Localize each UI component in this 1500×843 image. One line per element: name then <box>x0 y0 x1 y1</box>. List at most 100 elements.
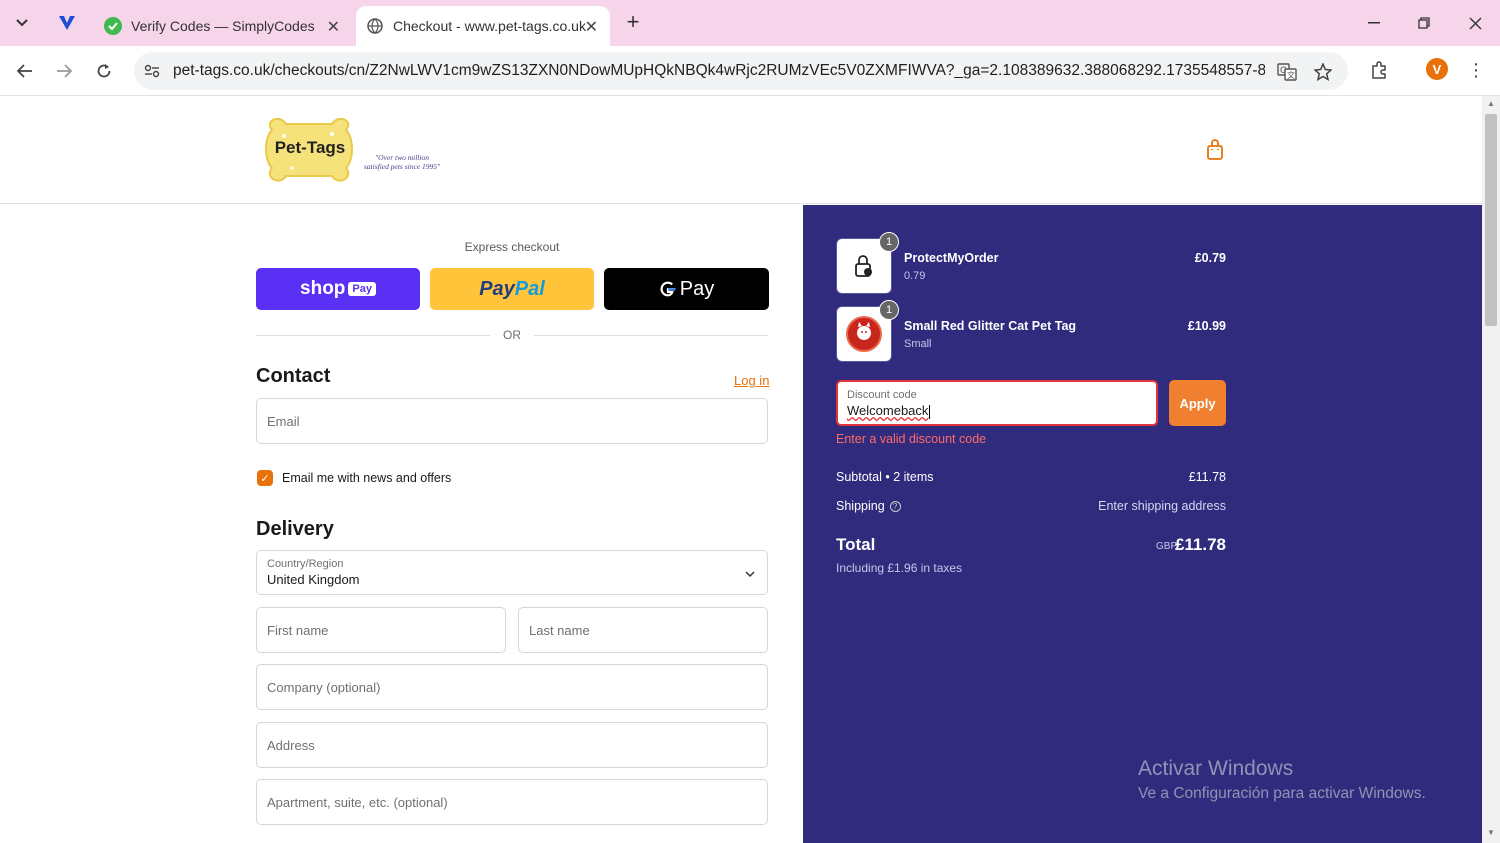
shop-pay-label: shop <box>300 278 346 299</box>
discount-code-label: Discount code <box>847 389 917 401</box>
google-pay-button[interactable]: Pay <box>604 268 769 310</box>
checkout-page: Pet-Tags "Over two million satisfied pet… <box>0 96 1482 843</box>
pinned-tab[interactable] <box>53 10 81 36</box>
reload-icon <box>97 64 111 78</box>
discount-code-text: Welcomeback <box>847 403 929 418</box>
svg-text:"Over two million: "Over two million <box>375 153 429 162</box>
windows-activation-watermark: Activar Windows Ve a Configuración para … <box>1138 757 1426 803</box>
tab-checkout[interactable]: Checkout - www.pet-tags.co.uk ✕ <box>356 6 610 46</box>
email-field[interactable]: Email <box>256 398 768 444</box>
address-field[interactable]: Address <box>256 722 768 768</box>
shipping-label-row: Shipping? <box>836 499 901 513</box>
company-placeholder: Company (optional) <box>267 680 381 695</box>
lock-icon <box>855 255 872 277</box>
restore-button[interactable] <box>1404 8 1444 38</box>
shipping-label: Shipping <box>836 499 885 513</box>
watermark-subtitle: Ve a Configuración para activar Windows. <box>1138 785 1426 802</box>
discount-code-value: Welcomeback <box>847 403 931 419</box>
country-value: United Kingdom <box>267 572 360 587</box>
url-text[interactable]: pet-tags.co.uk/checkouts/cn/Z2NwLWV1cm9w… <box>173 62 1265 80</box>
quantity-badge: 1 <box>879 300 899 320</box>
tab-search-button[interactable] <box>8 9 36 37</box>
back-button[interactable] <box>11 57 39 85</box>
checkout-form-column: Express checkout shop Pay Pay Pal Pay OR … <box>0 205 803 843</box>
restore-icon <box>1418 17 1430 29</box>
new-tab-button[interactable]: + <box>620 10 646 36</box>
address-bar[interactable]: pet-tags.co.uk/checkouts/cn/Z2NwLWV1cm9w… <box>134 52 1348 90</box>
svg-text:satisfied pets since 1995": satisfied pets since 1995" <box>364 162 441 171</box>
chevron-down-icon <box>16 19 28 27</box>
shipping-value: Enter shipping address <box>1098 499 1226 513</box>
address-placeholder: Address <box>267 738 315 753</box>
item-price: £10.99 <box>1187 319 1226 333</box>
discount-code-field[interactable]: Discount code Welcomeback <box>836 380 1158 426</box>
close-window-button[interactable] <box>1455 8 1495 38</box>
browser-toolbar: pet-tags.co.uk/checkouts/cn/Z2NwLWV1cm9w… <box>0 46 1500 96</box>
country-select[interactable]: Country/Region United Kingdom <box>256 550 768 595</box>
item-name: ProtectMyOrder <box>904 251 999 265</box>
first-name-placeholder: First name <box>267 623 329 638</box>
apply-button[interactable]: Apply <box>1169 380 1226 426</box>
first-name-field[interactable]: First name <box>256 607 506 653</box>
minimize-button[interactable] <box>1354 8 1394 38</box>
item-price: £0.79 <box>1194 251 1226 265</box>
svg-text:文: 文 <box>1287 70 1295 80</box>
tab-simplycodes[interactable]: Verify Codes — SimplyCodes ✕ <box>96 6 352 46</box>
shopping-bag-icon[interactable] <box>1205 139 1227 161</box>
store-header: Pet-Tags "Over two million satisfied pet… <box>0 96 1482 204</box>
more-menu-icon[interactable]: ⋮ <box>1464 58 1488 82</box>
text-caret <box>929 404 931 419</box>
shop-pay-button[interactable]: shop Pay <box>256 268 420 310</box>
paypal-button[interactable]: Pay Pal <box>430 268 594 310</box>
total-value: £11.78 <box>1174 535 1226 554</box>
subtotal-value: £11.78 <box>1188 470 1226 484</box>
forward-button[interactable] <box>50 57 78 85</box>
tab-title: Checkout - www.pet-tags.co.uk <box>393 18 586 34</box>
newsletter-checkbox[interactable]: ✓ <box>257 470 273 486</box>
company-field[interactable]: Company (optional) <box>256 664 768 710</box>
quantity-badge: 1 <box>879 232 899 252</box>
chevron-down-icon <box>745 566 755 581</box>
pet-tags-logo[interactable]: Pet-Tags "Over two million satisfied pet… <box>262 116 452 184</box>
browser-tab-bar: Verify Codes — SimplyCodes ✕ Checkout - … <box>0 0 1500 46</box>
arrow-left-icon <box>17 64 32 78</box>
close-icon <box>1469 17 1481 29</box>
delivery-heading: Delivery <box>256 518 334 540</box>
pet-tag-image <box>846 316 882 352</box>
profile-avatar[interactable]: V <box>1426 58 1448 80</box>
close-tab-icon[interactable]: ✕ <box>585 17 598 37</box>
tab-title: Verify Codes — SimplyCodes <box>131 18 315 34</box>
login-link[interactable]: Log in <box>734 373 769 388</box>
translate-icon[interactable]: G文 <box>1276 61 1298 83</box>
minimize-icon <box>1368 22 1380 24</box>
tax-note: Including £1.96 in taxes <box>836 561 963 575</box>
discount-error-message: Enter a valid discount code <box>836 432 987 446</box>
last-name-field[interactable]: Last name <box>518 607 768 653</box>
item-variant: Small <box>904 338 932 350</box>
last-name-placeholder: Last name <box>529 623 590 638</box>
scroll-up-icon[interactable]: ▲ <box>1486 99 1496 109</box>
arrow-right-icon <box>57 64 72 78</box>
bookmark-star-icon[interactable] <box>1312 61 1334 83</box>
page-scrollbar[interactable]: ▲ ▼ <box>1482 96 1500 843</box>
watermark-title: Activar Windows <box>1138 757 1294 780</box>
reload-button[interactable] <box>90 57 118 85</box>
apartment-field[interactable]: Apartment, suite, etc. (optional) <box>256 779 768 825</box>
globe-icon <box>366 17 384 35</box>
help-icon[interactable]: ? <box>889 501 901 513</box>
country-label: Country/Region <box>267 558 344 570</box>
close-tab-icon[interactable]: ✕ <box>327 17 340 37</box>
svg-text:Pet-Tags: Pet-Tags <box>275 138 346 157</box>
site-info-icon[interactable] <box>142 61 162 81</box>
scroll-down-icon[interactable]: ▼ <box>1486 828 1496 838</box>
scroll-thumb[interactable] <box>1485 114 1497 326</box>
total-label: Total <box>836 535 876 554</box>
apartment-placeholder: Apartment, suite, etc. (optional) <box>267 795 448 810</box>
or-divider: OR <box>256 327 768 343</box>
or-text: OR <box>503 328 521 342</box>
extensions-icon[interactable] <box>1366 57 1392 83</box>
subtotal-label: Subtotal • 2 items <box>836 470 934 484</box>
google-pay-label: Pay <box>679 277 715 300</box>
paypal-label-part1: Pay <box>479 277 515 300</box>
v-logo-icon <box>59 16 75 30</box>
